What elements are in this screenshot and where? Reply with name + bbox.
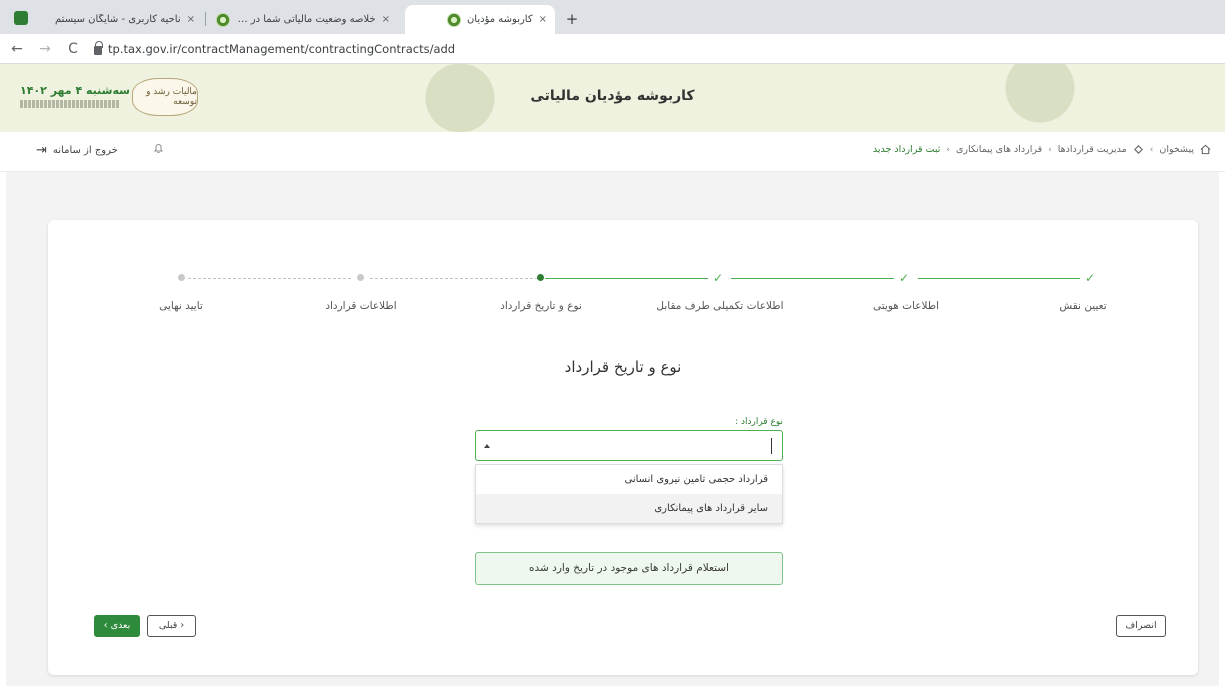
contract-management-icon xyxy=(1133,145,1143,154)
step-check-icon: ✓ xyxy=(712,271,724,285)
stepper-connector xyxy=(918,278,1080,279)
bell-icon[interactable] xyxy=(153,142,164,157)
breadcrumb-separator: › xyxy=(1149,144,1154,155)
lock-icon xyxy=(94,40,103,55)
tab-title: ناحیه کاربری - شایگان سیستم xyxy=(55,14,181,25)
url-text: tp.tax.gov.ir/contractManagement/contrac… xyxy=(108,41,456,56)
new-tab-button[interactable]: + xyxy=(562,10,582,28)
breadcrumb-separator: › xyxy=(946,144,950,155)
step-label-type-date: نوع و تاریخ قرارداد xyxy=(500,300,582,312)
app-title: کاربوشه مؤدیان مالیاتی xyxy=(530,88,695,104)
logout-button[interactable]: خروج از سامانه ⇥ xyxy=(36,143,118,158)
breadcrumb-separator: › xyxy=(1048,144,1052,155)
app-favicon-icon xyxy=(14,11,28,25)
step-pending-dot xyxy=(178,274,185,281)
browser-tab-karpooshe[interactable]: × کاربوشه مؤدیان xyxy=(405,5,555,34)
tab-title: کاربوشه مؤدیان xyxy=(466,14,533,25)
step-label-role: تعیین نقش xyxy=(1059,300,1107,312)
stepper-connector xyxy=(370,278,538,279)
breadcrumb-dashboard[interactable]: پیشخوان xyxy=(1159,144,1194,155)
logout-icon: ⇥ xyxy=(36,143,47,158)
stepper-connector xyxy=(545,278,708,279)
step-current-dot xyxy=(537,274,544,281)
browser-tab-bar: × ناحیه کاربری - شایگان سیستم × خلاصه وض… xyxy=(0,0,1225,34)
reload-icon[interactable]: C xyxy=(62,41,84,57)
url-field[interactable]: tp.tax.gov.ir/contractManagement/contrac… xyxy=(94,40,456,56)
tab-close-icon[interactable]: × xyxy=(382,14,390,25)
home-icon[interactable] xyxy=(1200,144,1211,155)
bell-icon-svg xyxy=(154,144,163,153)
contract-type-label: نوع قرارداد : xyxy=(735,417,783,427)
chevron-up-icon[interactable] xyxy=(484,444,490,448)
tab-title: خلاصه وضعیت مالیاتی شما در نظ xyxy=(236,14,376,25)
contract-type-select[interactable] xyxy=(475,430,783,461)
section-title: نوع و تاریخ قرارداد xyxy=(564,358,682,376)
step-label-contract-info: اطلاعات قرارداد xyxy=(325,300,397,312)
cancel-button[interactable]: انصراف xyxy=(1116,615,1166,637)
step-check-icon: ✓ xyxy=(1084,271,1096,285)
text-cursor xyxy=(771,438,772,454)
back-arrow-icon[interactable]: ← xyxy=(6,41,28,57)
contract-type-dropdown: قرارداد حجمی تامین نیروی انسانی سایر قرا… xyxy=(475,464,783,524)
step-label-final-confirm: تایید نهایی xyxy=(159,300,203,312)
breadcrumb-contracting-contracts[interactable]: قرارداد های پیمانکاری xyxy=(956,144,1042,155)
next-button[interactable]: بعدی › xyxy=(94,615,140,637)
wizard-stepper: ✓ ✓ ✓ تعیین نقش اطلاعات هویتی اطلاعات تک… xyxy=(48,220,1198,330)
stepper-connector xyxy=(731,278,894,279)
tab-close-icon[interactable]: × xyxy=(187,14,195,25)
step-pending-dot xyxy=(357,274,364,281)
step-label-counterparty: اطلاعات تکمیلی طرف مقابل xyxy=(656,300,784,312)
contract-form-card: ✓ ✓ ✓ تعیین نقش اطلاعات هویتی اطلاعات تک… xyxy=(48,220,1198,675)
tax-favicon-icon xyxy=(216,12,230,27)
browser-tab-tax-summary[interactable]: × خلاصه وضعیت مالیاتی شما در نظ xyxy=(208,5,398,34)
app-header: سه‌شنبه ۴ مهر ۱۴۰۲ ماليات رشد و توسعه کا… xyxy=(0,64,1225,132)
option-manpower-contract[interactable]: قرارداد حجمی تامین نیروی انسانی xyxy=(476,465,782,494)
browser-address-bar: ← → C tp.tax.gov.ir/contractManagement/c… xyxy=(0,34,1225,64)
breadcrumb-new-contract: ثبت قرارداد جدید xyxy=(872,144,941,155)
previous-button[interactable]: ‹ قبلی xyxy=(147,615,196,637)
logout-label: خروج از سامانه xyxy=(52,145,118,156)
forward-arrow-icon[interactable]: → xyxy=(34,41,56,57)
step-check-icon: ✓ xyxy=(898,271,910,285)
stepper-connector xyxy=(188,278,351,279)
tab-close-icon[interactable]: × xyxy=(539,14,547,25)
breadcrumb-bar: پیشخوان › مدیریت قراردادها › قرارداد های… xyxy=(0,132,1225,172)
step-label-identity: اطلاعات هویتی xyxy=(872,300,940,312)
tax-favicon-icon xyxy=(446,12,461,27)
breadcrumb-contract-management[interactable]: مدیریت قراردادها xyxy=(1058,144,1127,155)
inquiry-existing-contracts-button[interactable]: استعلام قرارداد های موجود در تاریخ وارد … xyxy=(475,552,783,585)
option-other-contracts[interactable]: سایر قرارداد های پیمانکاری xyxy=(476,494,782,523)
tab-separator xyxy=(205,12,206,26)
browser-tab-shaygan[interactable]: × ناحیه کاربری - شایگان سیستم xyxy=(38,5,203,34)
breadcrumb: پیشخوان › مدیریت قراردادها › قرارداد های… xyxy=(873,144,1211,155)
